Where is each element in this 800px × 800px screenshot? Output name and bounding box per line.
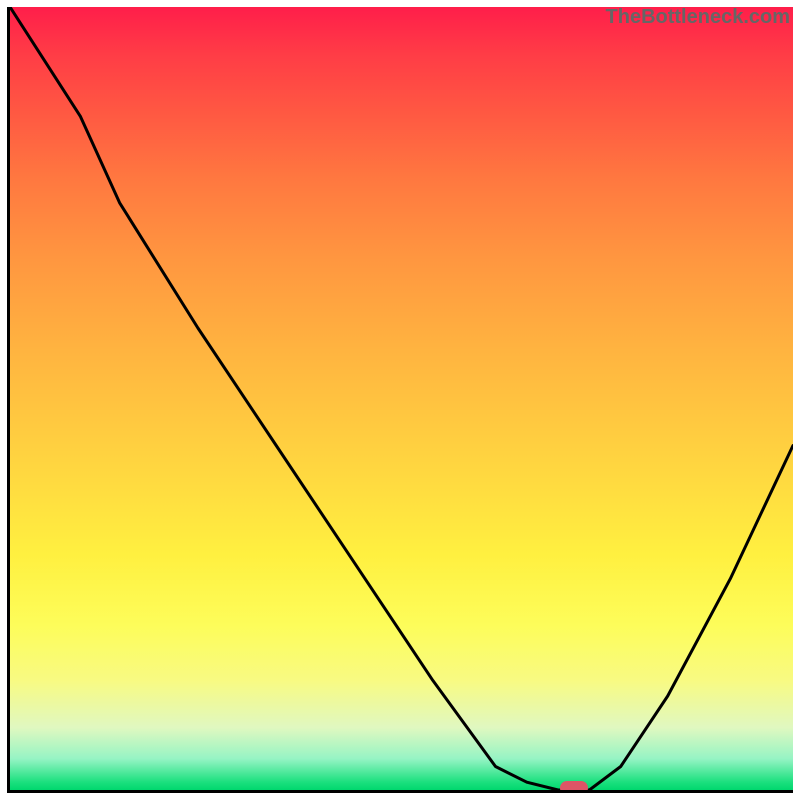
- chart-plot-area: [7, 7, 793, 793]
- chart-svg: [10, 7, 793, 790]
- watermark-text: TheBottleneck.com: [606, 6, 790, 29]
- bottleneck-curve: [10, 7, 793, 790]
- optimal-point-marker: [560, 781, 588, 793]
